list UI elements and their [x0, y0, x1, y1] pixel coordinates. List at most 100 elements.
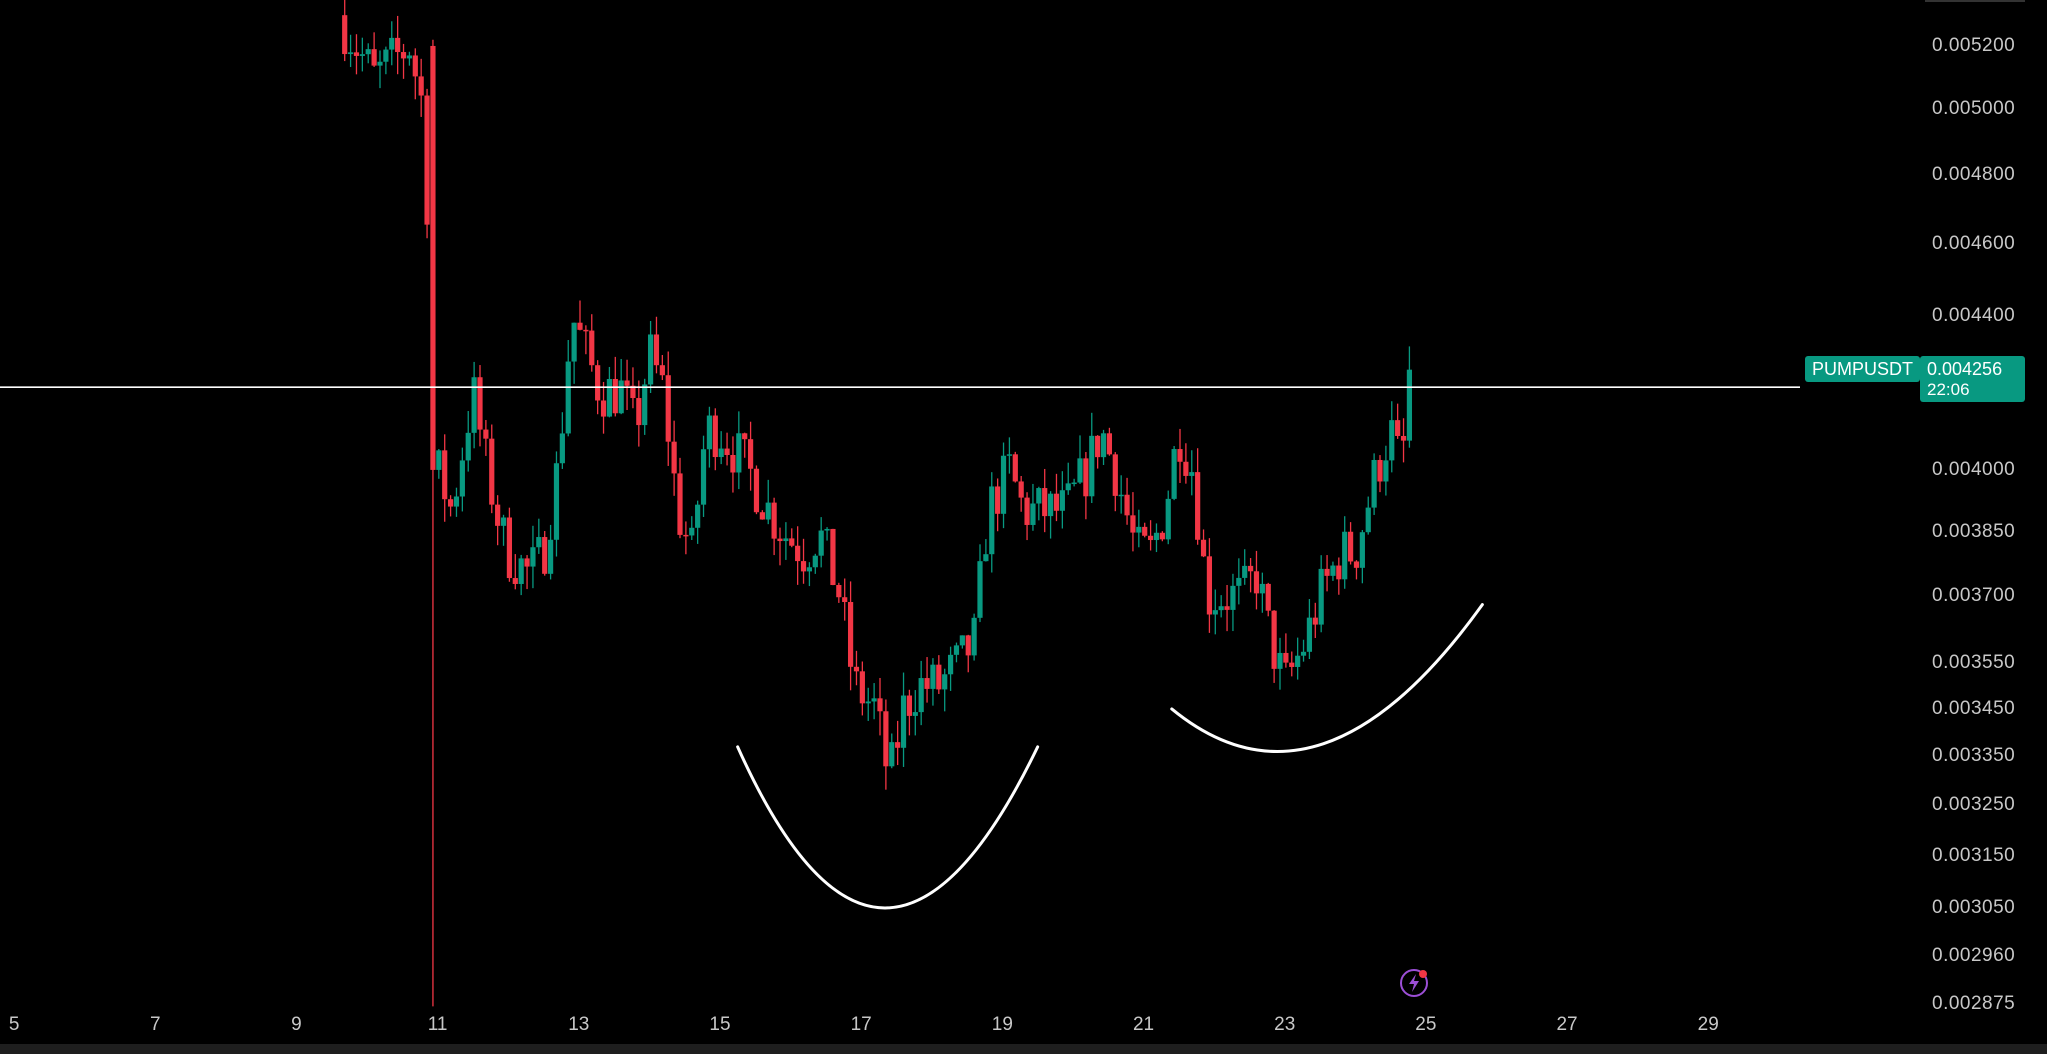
y-tick-label: 0.003150 [1932, 844, 2016, 866]
candle-body [1342, 531, 1348, 580]
candle-body [365, 49, 371, 55]
y-tick-label: 0.003450 [1932, 697, 2016, 719]
candle-body [665, 375, 671, 442]
candle-body [1083, 458, 1089, 497]
candle-body [595, 365, 601, 401]
candle-body [524, 558, 530, 567]
candle-body [1030, 503, 1036, 525]
bottom-strip [0, 1044, 2047, 1054]
candle-body [1259, 583, 1265, 594]
y-tick-label: 0.003850 [1932, 520, 2016, 542]
candle-body [853, 666, 860, 672]
candle-body [1012, 454, 1018, 482]
candle-body [1142, 526, 1148, 536]
candle-body [783, 538, 789, 542]
candle-body [871, 698, 877, 702]
candle-body [489, 438, 495, 505]
candle-body [795, 545, 801, 562]
candle-body [1383, 460, 1389, 482]
candle-body [900, 695, 907, 748]
x-tick-label: 7 [149, 1014, 161, 1035]
x-tick-label: 11 [427, 1014, 448, 1035]
candle-body [1359, 532, 1365, 568]
candle-body [765, 502, 771, 520]
candle-body [977, 561, 983, 618]
candle-body [983, 554, 989, 562]
candle-body [512, 578, 518, 584]
candle-body [1365, 507, 1371, 533]
candle-body [1377, 459, 1383, 482]
candle-body [930, 664, 936, 689]
candle-body [777, 538, 783, 542]
last-price-label: 0.004256 [1927, 359, 2003, 379]
candle-body [912, 712, 918, 716]
candle-body [1306, 617, 1313, 652]
candle-body [400, 52, 407, 59]
candle-body [471, 377, 477, 433]
annotation-curve-right [1170, 603, 1484, 753]
y-tick-label: 0.003250 [1932, 794, 2016, 816]
candle-body [847, 602, 854, 667]
candle-body [995, 486, 1001, 514]
candle-body [1059, 490, 1065, 511]
candle-body [965, 635, 971, 656]
candle-body [712, 415, 718, 458]
candle-body [577, 322, 583, 330]
candle-body [1265, 583, 1271, 611]
candle-body [1295, 655, 1301, 667]
candle-body [418, 76, 424, 96]
candle-body [636, 398, 642, 426]
candle-body [624, 380, 630, 386]
candle-body [1277, 652, 1283, 669]
candle-body [442, 450, 448, 500]
candle-body [530, 547, 536, 567]
candle-body [506, 517, 513, 579]
candle-body [430, 45, 436, 470]
candle-body [918, 678, 924, 713]
candle-body [447, 499, 454, 507]
y-tick-label: 0.005000 [1932, 98, 2016, 120]
candle-body [924, 678, 930, 689]
candle-body [518, 558, 524, 584]
lightning-icon[interactable] [1399, 968, 1429, 998]
x-tick-label: 5 [8, 1014, 20, 1035]
candle-body [859, 671, 865, 704]
candle-body [742, 433, 748, 440]
candle-body [683, 534, 689, 537]
y-tick-label: 0.004600 [1932, 233, 2016, 255]
candle-body [830, 528, 836, 586]
candle-body [359, 54, 365, 56]
candle-body [959, 635, 965, 646]
candle-body [877, 698, 883, 712]
candle-body [1230, 585, 1236, 610]
candle-body [1271, 610, 1277, 669]
candle-body [618, 380, 624, 414]
candle-body [483, 429, 489, 439]
candle-body [1159, 532, 1165, 540]
y-tick-label: 0.003700 [1932, 584, 2016, 606]
candle-body [1036, 488, 1042, 504]
candle-body [889, 742, 895, 767]
candle-body [942, 674, 948, 690]
candle-body [1347, 531, 1354, 562]
price-scale[interactable]: 0.005200 0.005000 0.004800 0.004600 0.004400… [1920, 0, 2047, 1014]
candle-body [718, 448, 724, 458]
candle-body [347, 52, 354, 55]
candle-body [1189, 472, 1195, 476]
candle-body [936, 664, 942, 690]
candle-body [1336, 565, 1342, 580]
candle-body [1371, 459, 1377, 508]
x-tick-label: 19 [991, 1014, 1013, 1035]
candle-body [477, 377, 483, 430]
candle-body [353, 52, 360, 56]
candle-body [1171, 449, 1177, 499]
candle-body [1118, 494, 1124, 497]
candle-body [1165, 498, 1171, 540]
candle-body [412, 55, 418, 77]
candlestick-chart[interactable] [0, 0, 1920, 1012]
candle-body [465, 432, 471, 461]
chart-area[interactable] [0, 0, 1920, 1012]
candle-body [653, 334, 660, 366]
y-tick-label: 0.003050 [1932, 897, 2016, 919]
candle-body [947, 654, 954, 675]
